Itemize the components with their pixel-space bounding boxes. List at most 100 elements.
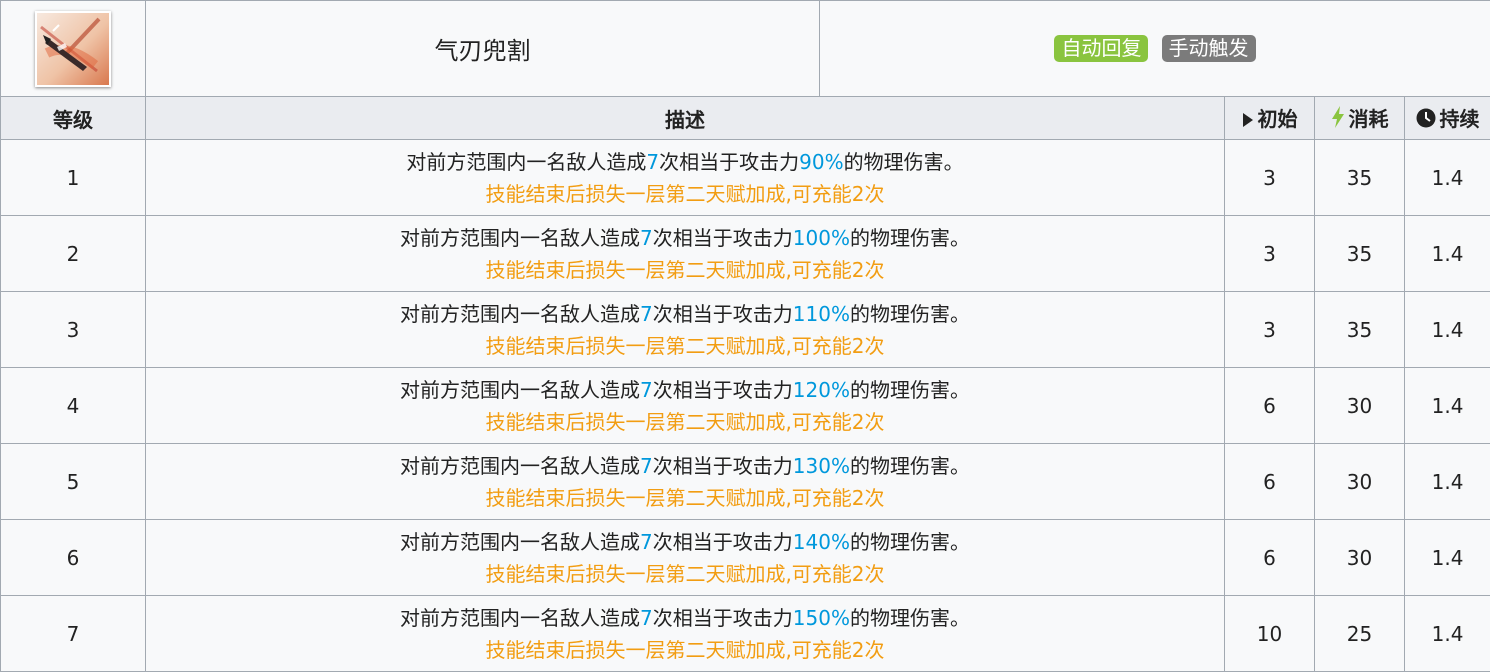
- duration-cell: 1.4: [1403, 291, 1490, 368]
- desc-hits: 7: [640, 225, 653, 250]
- desc-text: 对前方范围内一名敌人造成: [400, 529, 641, 554]
- desc-text: 次相当于攻击力: [652, 453, 793, 478]
- desc-percent: 150%: [792, 605, 850, 630]
- desc-hits: 7: [646, 149, 660, 174]
- description-cell: 对前方范围内一名敌人造成7次相当于攻击力100%的物理伤害。 技能结束后损失一层…: [145, 215, 1225, 292]
- desc-note: 技能结束后损失一层第二天赋加成,可充能2次: [485, 257, 885, 282]
- clock-icon: [1416, 108, 1436, 133]
- desc-text: 对前方范围内一名敌人造成: [400, 301, 641, 326]
- cost-cell: 30: [1314, 443, 1405, 520]
- col-header-initial: 初始: [1224, 96, 1315, 140]
- level-row: 6 对前方范围内一名敌人造成7次相当于攻击力140%的物理伤害。 技能结束后损失…: [0, 519, 1490, 596]
- desc-text: 对前方范围内一名敌人造成: [400, 377, 641, 402]
- desc-text: 的物理伤害。: [849, 225, 970, 250]
- level-cell: 4: [0, 367, 146, 444]
- col-header-cost-label: 消耗: [1348, 107, 1389, 131]
- desc-text: 的物理伤害。: [849, 377, 970, 402]
- level-cell: 1: [0, 139, 146, 216]
- desc-note: 技能结束后损失一层第二天赋加成,可充能2次: [485, 409, 885, 434]
- cost-cell: 30: [1314, 519, 1405, 596]
- col-header-level: 等级: [0, 96, 146, 140]
- description-cell: 对前方范围内一名敌人造成7次相当于攻击力90%的物理伤害。 技能结束后损失一层第…: [145, 139, 1225, 216]
- manual-trigger-badge: 手动触发: [1161, 35, 1256, 62]
- cost-cell: 35: [1314, 215, 1405, 292]
- skill-name: 气刃兜割: [434, 37, 531, 65]
- level-cell: 7: [0, 595, 146, 672]
- desc-percent: 140%: [792, 529, 850, 554]
- duration-cell: 1.4: [1403, 443, 1490, 520]
- duration-cell: 1.4: [1403, 139, 1490, 216]
- desc-note: 技能结束后损失一层第二天赋加成,可充能2次: [485, 333, 885, 358]
- description-cell: 对前方范围内一名敌人造成7次相当于攻击力130%的物理伤害。 技能结束后损失一层…: [145, 443, 1225, 520]
- desc-text: 的物理伤害。: [849, 453, 970, 478]
- desc-text: 次相当于攻击力: [652, 529, 793, 554]
- level-cell: 2: [0, 215, 146, 292]
- desc-note: 技能结束后损失一层第二天赋加成,可充能2次: [485, 181, 885, 206]
- col-header-cost: 消耗: [1314, 96, 1405, 140]
- initial-cell: 3: [1224, 215, 1315, 292]
- auto-recover-badge: 自动回复: [1054, 35, 1149, 62]
- cost-cell: 25: [1314, 595, 1405, 672]
- level-row: 5 对前方范围内一名敌人造成7次相当于攻击力130%的物理伤害。 技能结束后损失…: [0, 443, 1490, 520]
- skill-icon-cell: [0, 0, 146, 97]
- desc-hits: 7: [640, 453, 653, 478]
- level-row: 4 对前方范围内一名敌人造成7次相当于攻击力120%的物理伤害。 技能结束后损失…: [0, 367, 1490, 444]
- skill-badges-cell: 自动回复 手动触发: [818, 0, 1490, 97]
- description-cell: 对前方范围内一名敌人造成7次相当于攻击力120%的物理伤害。 技能结束后损失一层…: [145, 367, 1225, 444]
- level-row: 1 对前方范围内一名敌人造成7次相当于攻击力90%的物理伤害。 技能结束后损失一…: [0, 139, 1490, 216]
- level-cell: 5: [0, 443, 146, 520]
- desc-hits: 7: [640, 605, 653, 630]
- col-header-description: 描述: [145, 96, 1225, 140]
- initial-cell: 6: [1224, 367, 1315, 444]
- lightning-icon: [1331, 106, 1345, 133]
- desc-text: 次相当于攻击力: [659, 149, 800, 174]
- column-header-row: 等级 描述 初始 消耗 持续: [0, 96, 1490, 140]
- desc-text: 次相当于攻击力: [652, 301, 793, 326]
- level-row: 2 对前方范围内一名敌人造成7次相当于攻击力100%的物理伤害。 技能结束后损失…: [0, 215, 1490, 292]
- desc-percent: 90%: [799, 149, 844, 174]
- initial-cell: 10: [1224, 595, 1315, 672]
- desc-text: 的物理伤害。: [849, 605, 970, 630]
- level-cell: 3: [0, 291, 146, 368]
- desc-note: 技能结束后损失一层第二天赋加成,可充能2次: [485, 485, 885, 510]
- desc-text: 的物理伤害。: [849, 301, 970, 326]
- description-cell: 对前方范围内一名敌人造成7次相当于攻击力140%的物理伤害。 技能结束后损失一层…: [145, 519, 1225, 596]
- level-row: 3 对前方范围内一名敌人造成7次相当于攻击力110%的物理伤害。 技能结束后损失…: [0, 291, 1490, 368]
- level-row: 7 对前方范围内一名敌人造成7次相当于攻击力150%的物理伤害。 技能结束后损失…: [0, 595, 1490, 672]
- desc-note: 技能结束后损失一层第二天赋加成,可充能2次: [485, 637, 885, 662]
- col-header-initial-label: 初始: [1257, 107, 1298, 131]
- duration-cell: 1.4: [1403, 215, 1490, 292]
- desc-text: 对前方范围内一名敌人造成: [400, 605, 641, 630]
- desc-text: 的物理伤害。: [843, 149, 964, 174]
- desc-text: 对前方范围内一名敌人造成: [400, 225, 641, 250]
- skill-table: 气刃兜割 自动回复 手动触发 等级 描述 初始 消耗 持续 1 对前方范围内一名…: [0, 0, 1490, 672]
- desc-hits: 7: [640, 529, 653, 554]
- desc-hits: 7: [640, 377, 653, 402]
- play-triangle-icon: [1242, 109, 1254, 133]
- desc-hits: 7: [640, 301, 653, 326]
- blade-skill-icon: [35, 10, 111, 87]
- initial-cell: 3: [1224, 291, 1315, 368]
- desc-percent: 120%: [792, 377, 850, 402]
- desc-text: 的物理伤害。: [849, 529, 970, 554]
- initial-cell: 6: [1224, 519, 1315, 596]
- duration-cell: 1.4: [1403, 595, 1490, 672]
- description-cell: 对前方范围内一名敌人造成7次相当于攻击力110%的物理伤害。 技能结束后损失一层…: [145, 291, 1225, 368]
- desc-text: 次相当于攻击力: [652, 605, 793, 630]
- desc-text: 对前方范围内一名敌人造成: [400, 453, 641, 478]
- initial-cell: 6: [1224, 443, 1315, 520]
- desc-percent: 130%: [792, 453, 850, 478]
- cost-cell: 35: [1314, 291, 1405, 368]
- col-header-duration: 持续: [1403, 96, 1490, 140]
- desc-note: 技能结束后损失一层第二天赋加成,可充能2次: [485, 561, 885, 586]
- col-header-duration-label: 持续: [1439, 107, 1480, 131]
- desc-text: 次相当于攻击力: [652, 225, 793, 250]
- skill-header-row: 气刃兜割 自动回复 手动触发: [0, 0, 1490, 97]
- cost-cell: 30: [1314, 367, 1405, 444]
- level-cell: 6: [0, 519, 146, 596]
- description-cell: 对前方范围内一名敌人造成7次相当于攻击力150%的物理伤害。 技能结束后损失一层…: [145, 595, 1225, 672]
- desc-text: 次相当于攻击力: [652, 377, 793, 402]
- initial-cell: 3: [1224, 139, 1315, 216]
- desc-percent: 110%: [792, 301, 850, 326]
- cost-cell: 35: [1314, 139, 1405, 216]
